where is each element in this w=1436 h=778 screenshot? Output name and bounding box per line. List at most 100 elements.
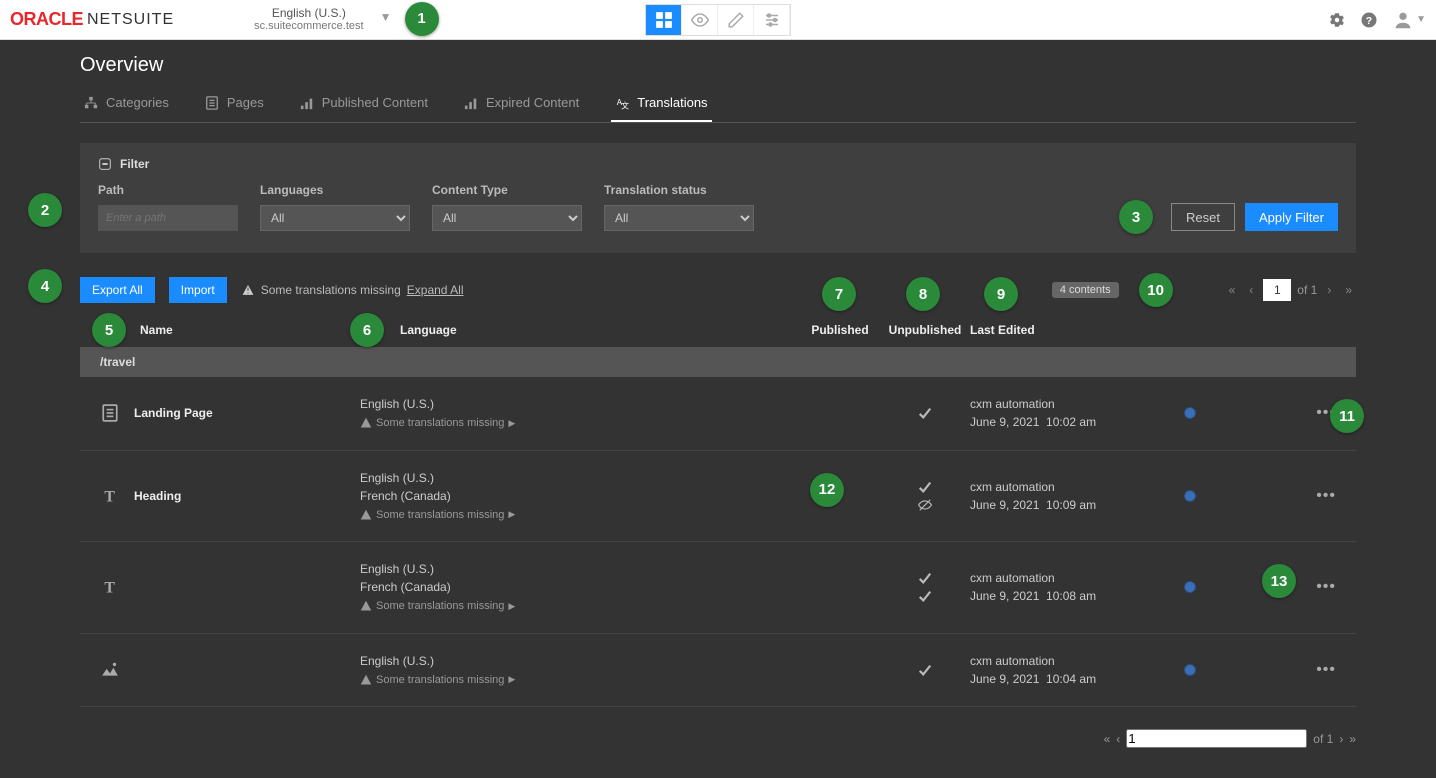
status-dot-icon bbox=[1184, 581, 1196, 593]
tab-label: Pages bbox=[227, 95, 264, 110]
table-row[interactable]: English (U.S.)Some translations missing … bbox=[80, 634, 1356, 708]
filter-translation-status: Translation status All bbox=[604, 183, 754, 231]
pager-page-input[interactable] bbox=[1126, 729, 1307, 748]
text-icon: T bbox=[100, 578, 120, 596]
missing-translations-note: Some translations missing Expand All bbox=[241, 283, 464, 297]
tabs: Categories Pages Published Content Expir… bbox=[80, 87, 1356, 123]
tab-pages[interactable]: Pages bbox=[201, 87, 268, 122]
settings-sliders-button[interactable] bbox=[754, 5, 790, 35]
annotation-bubble-13: 13 bbox=[1262, 564, 1296, 598]
content-type-select[interactable]: All bbox=[432, 205, 582, 231]
row-last-edited: cxm automationJune 9, 2021 10:08 am bbox=[970, 569, 1170, 605]
import-button[interactable]: Import bbox=[169, 277, 227, 303]
apply-filter-button[interactable]: Apply Filter bbox=[1245, 203, 1338, 231]
gear-icon[interactable] bbox=[1328, 11, 1346, 29]
column-headers: 5 Name 6 Language 7 Published 8 Unpublis… bbox=[80, 319, 1356, 347]
tab-categories[interactable]: Categories bbox=[80, 87, 173, 122]
row-last-edited: cxm automationJune 9, 2021 10:02 am bbox=[970, 395, 1170, 431]
pager-last-icon[interactable]: » bbox=[1341, 283, 1356, 297]
svg-text:文: 文 bbox=[621, 100, 629, 110]
missing-translations-sub[interactable]: Some translations missing ▶ bbox=[360, 507, 800, 524]
filter-actions: 3 Reset Apply Filter bbox=[1171, 203, 1338, 231]
row-publish-status bbox=[880, 571, 970, 603]
status-dot-icon bbox=[1184, 664, 1196, 676]
tab-label: Translations bbox=[637, 95, 707, 110]
status-dot-icon bbox=[1184, 407, 1196, 419]
row-publish-status bbox=[880, 663, 970, 677]
tab-published-content[interactable]: Published Content bbox=[296, 87, 432, 122]
annotation-bubble-4: 4 bbox=[28, 269, 62, 303]
filter-status-label: Translation status bbox=[604, 183, 754, 197]
filter-languages: Languages All bbox=[260, 183, 410, 231]
pager-prev-icon[interactable]: ‹ bbox=[1116, 732, 1120, 746]
preview-button[interactable] bbox=[682, 5, 718, 35]
row-last-edited: cxm automationJune 9, 2021 10:04 am bbox=[970, 652, 1170, 688]
col-last-edited[interactable]: Last Edited bbox=[970, 323, 1035, 337]
languages-select[interactable]: All bbox=[260, 205, 410, 231]
expand-all-link[interactable]: Expand All bbox=[407, 283, 464, 297]
pager-page-input[interactable] bbox=[1263, 279, 1291, 301]
row-publish-status bbox=[880, 480, 970, 512]
tab-translations[interactable]: A文 Translations bbox=[611, 87, 711, 122]
pager-of-label: of 1 bbox=[1313, 732, 1333, 746]
col-language[interactable]: Language bbox=[400, 323, 457, 337]
check-icon bbox=[918, 406, 932, 420]
annotation-bubble-5: 5 bbox=[92, 313, 126, 347]
row-more-button[interactable]: ••• bbox=[1316, 487, 1336, 505]
svg-text:T: T bbox=[104, 580, 115, 596]
pager-next-icon[interactable]: › bbox=[1323, 283, 1335, 297]
annotation-bubble-10: 10 bbox=[1139, 273, 1173, 307]
reset-button[interactable]: Reset bbox=[1171, 203, 1235, 231]
row-languages: English (U.S.)French (Canada)Some transl… bbox=[360, 560, 800, 615]
edit-button[interactable] bbox=[718, 5, 754, 35]
row-name-text: Landing Page bbox=[134, 406, 213, 420]
export-all-button[interactable]: Export All bbox=[80, 277, 155, 303]
annotation-bubble-9: 9 bbox=[984, 277, 1018, 311]
locale-selector[interactable]: English (U.S.) sc.suitecommerce.test ▼ 1 bbox=[254, 6, 363, 34]
view-mode-toolbar bbox=[645, 4, 791, 36]
help-icon[interactable]: ? bbox=[1360, 11, 1378, 29]
col-name[interactable]: Name bbox=[140, 323, 173, 337]
check-icon bbox=[918, 571, 932, 585]
annotation-bubble-2: 2 bbox=[28, 193, 62, 227]
pager-last-icon[interactable]: » bbox=[1349, 732, 1356, 746]
user-menu[interactable]: ▼ bbox=[1392, 9, 1426, 31]
row-more-button[interactable]: ••• bbox=[1316, 661, 1336, 679]
pager-first-icon[interactable]: « bbox=[1225, 283, 1240, 297]
check-icon bbox=[918, 480, 932, 494]
top-pager: 4 contents 10 « ‹ of 1 › » bbox=[1052, 273, 1356, 307]
annotation-bubble-6: 6 bbox=[350, 313, 384, 347]
col-unpublished[interactable]: Unpublished bbox=[889, 323, 962, 337]
filter-header[interactable]: Filter bbox=[98, 157, 1338, 171]
status-select[interactable]: All bbox=[604, 205, 754, 231]
row-name-text: Heading bbox=[134, 489, 181, 503]
chevron-down-icon: ▼ bbox=[1416, 14, 1426, 25]
table-row[interactable]: 12THeadingEnglish (U.S.)French (Canada)S… bbox=[80, 451, 1356, 543]
locale-domain: sc.suitecommerce.test bbox=[254, 20, 363, 33]
group-path: /travel bbox=[100, 355, 135, 369]
table-row[interactable]: 13 T English (U.S.)French (Canada)Some tra… bbox=[80, 542, 1356, 634]
page-icon bbox=[100, 404, 120, 422]
pager-prev-icon[interactable]: ‹ bbox=[1245, 283, 1257, 297]
tab-expired-content[interactable]: Expired Content bbox=[460, 87, 583, 122]
filter-content-type: Content Type All bbox=[432, 183, 582, 231]
row-more-button[interactable]: ••• bbox=[1316, 578, 1336, 596]
col-published[interactable]: Published bbox=[811, 323, 868, 337]
missing-translations-sub[interactable]: Some translations missing ▶ bbox=[360, 415, 800, 432]
pager-first-icon[interactable]: « bbox=[1104, 732, 1111, 746]
filter-panel: 2 Filter Path Languages All Content Type… bbox=[80, 143, 1356, 253]
missing-text: Some translations missing bbox=[261, 283, 401, 297]
path-input[interactable] bbox=[98, 205, 238, 231]
missing-translations-sub[interactable]: Some translations missing ▶ bbox=[360, 672, 800, 689]
page-header: Overview Categories Pages Published Cont… bbox=[0, 40, 1436, 123]
pager-next-icon[interactable]: › bbox=[1339, 732, 1343, 746]
missing-translations-sub[interactable]: Some translations missing ▶ bbox=[360, 598, 800, 615]
table-toolbar: 4 Export All Import Some translations mi… bbox=[80, 273, 1356, 307]
row-languages: English (U.S.)Some translations missing … bbox=[360, 395, 800, 432]
group-row[interactable]: /travel bbox=[80, 347, 1356, 377]
grid-view-button[interactable] bbox=[646, 5, 682, 35]
status-dot-icon bbox=[1184, 490, 1196, 502]
text-icon: T bbox=[100, 487, 120, 505]
table-row[interactable]: 11Landing PageEnglish (U.S.)Some transla… bbox=[80, 377, 1356, 451]
annotation-bubble-7: 7 bbox=[822, 277, 856, 311]
